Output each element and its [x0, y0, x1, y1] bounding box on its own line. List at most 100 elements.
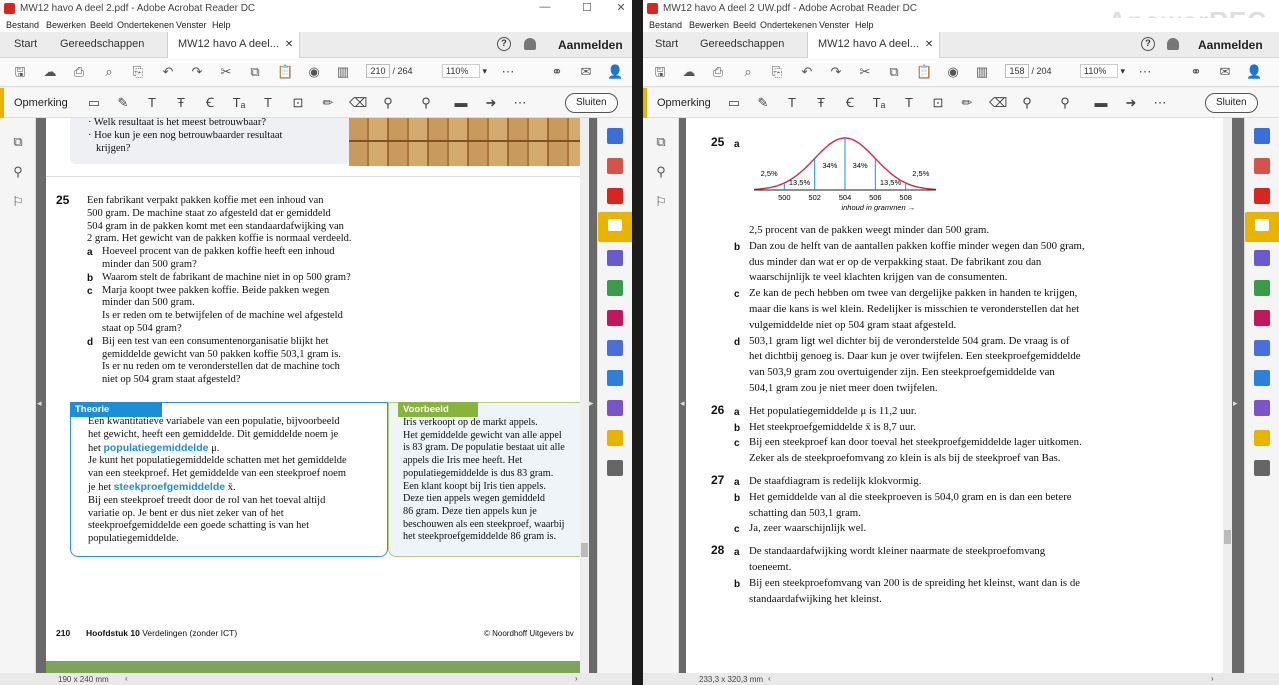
mail-icon[interactable]: ✉: [578, 65, 594, 79]
combine-files-icon[interactable]: [607, 280, 623, 296]
organize-pages-icon[interactable]: [1254, 158, 1270, 174]
mail-icon[interactable]: ✉: [1217, 65, 1233, 79]
replace-text-icon[interactable]: Ꞓ: [842, 95, 858, 111]
insert-text-icon[interactable]: Tₐ: [871, 95, 887, 111]
menu-file[interactable]: Bestand: [649, 20, 682, 30]
more-tools-icon[interactable]: [607, 460, 623, 476]
protect-icon[interactable]: [607, 340, 623, 356]
save-icon[interactable]: 🖫: [652, 65, 668, 79]
strikethrough-text-icon[interactable]: Ŧ: [173, 95, 189, 111]
more-comment-icon[interactable]: ⋯: [1152, 95, 1168, 111]
combine-files-icon[interactable]: [1254, 280, 1270, 296]
screenshot-icon[interactable]: ◉: [945, 65, 961, 79]
insert-text-icon[interactable]: Tₐ: [231, 95, 247, 111]
close-tab-icon[interactable]: ✕: [925, 39, 933, 50]
prepare-form-icon[interactable]: [1254, 430, 1270, 446]
underline-text-icon[interactable]: T: [784, 95, 800, 111]
optimize-icon[interactable]: [607, 370, 623, 386]
attachments-icon[interactable]: ⚲: [10, 164, 26, 180]
scroll-thumb[interactable]: [581, 543, 588, 557]
protect-icon[interactable]: [1254, 340, 1270, 356]
menu-view[interactable]: Beeld: [90, 20, 113, 30]
next-page-arrow-icon[interactable]: ▸: [1233, 398, 1238, 409]
help-icon[interactable]: ?: [497, 37, 511, 51]
scroll-right-icon[interactable]: ›: [575, 674, 578, 683]
prepare-form-icon[interactable]: [607, 430, 623, 446]
page-number-input[interactable]: 158: [1005, 64, 1029, 78]
clipboard-icon[interactable]: 📋: [916, 65, 932, 79]
copy-icon[interactable]: ⧉: [247, 65, 263, 79]
link-icon[interactable]: ⚭: [1188, 65, 1204, 79]
link-icon[interactable]: ⚭: [549, 65, 565, 79]
sticky-note-icon[interactable]: ▭: [726, 95, 742, 111]
underline-text-icon[interactable]: T: [144, 95, 160, 111]
cut-icon[interactable]: ✂: [218, 65, 234, 79]
menu-sign[interactable]: Ondertekenen: [760, 20, 817, 30]
tab-document[interactable]: MW12 havo A deel... ✕: [167, 32, 301, 58]
text-box-icon[interactable]: ⊡: [930, 95, 946, 111]
export-pdf-icon[interactable]: [607, 188, 623, 204]
print-icon[interactable]: ⎙: [710, 65, 726, 79]
edit-pdf-icon[interactable]: [1254, 250, 1270, 266]
pencil-icon[interactable]: ✏: [320, 95, 336, 111]
notification-bell-icon[interactable]: [524, 38, 536, 50]
optimize-icon[interactable]: [1254, 370, 1270, 386]
add-text-icon[interactable]: T: [901, 95, 917, 111]
undo-icon[interactable]: ↶: [799, 65, 815, 79]
fill-sign-icon[interactable]: [607, 310, 623, 326]
scroll-left-icon[interactable]: ‹: [768, 674, 771, 683]
arrow-icon[interactable]: ➜: [1123, 95, 1139, 111]
text-box-icon[interactable]: ⊡: [290, 95, 306, 111]
strikethrough-text-icon[interactable]: Ŧ: [813, 95, 829, 111]
organize-pages-icon[interactable]: [607, 158, 623, 174]
copy-icon[interactable]: ⧉: [886, 65, 902, 79]
zoom-search-icon[interactable]: ⌕: [101, 65, 117, 79]
vertical-scrollbar[interactable]: [1223, 118, 1232, 673]
more-tools-icon[interactable]: [1254, 460, 1270, 476]
eraser-icon[interactable]: ⌫: [349, 95, 367, 111]
line-icon[interactable]: ▬: [1093, 95, 1109, 111]
two-page-icon[interactable]: ▥: [335, 65, 351, 79]
attach-icon[interactable]: ⚲: [418, 95, 434, 111]
sign-in-button[interactable]: Aanmelden: [558, 38, 623, 52]
tab-start[interactable]: Start: [655, 38, 678, 50]
arrow-icon[interactable]: ➜: [483, 95, 499, 111]
sticky-note-icon[interactable]: ▭: [86, 95, 102, 111]
clipboard-icon[interactable]: 📋: [277, 65, 293, 79]
more-comment-icon[interactable]: ⋯: [512, 95, 528, 111]
send-for-signature-icon[interactable]: [607, 400, 623, 416]
print-icon[interactable]: ⎙: [71, 65, 87, 79]
close-icon[interactable]: ✕: [604, 1, 632, 17]
add-user-icon[interactable]: 👤: [1246, 65, 1262, 79]
add-text-icon[interactable]: T: [260, 95, 276, 111]
page-thumbnails-icon[interactable]: ⧉: [653, 134, 669, 150]
vertical-scrollbar[interactable]: [580, 118, 589, 673]
undo-icon[interactable]: ↶: [160, 65, 176, 79]
attachments-icon[interactable]: ⚲: [653, 164, 669, 180]
highlight-icon[interactable]: ✎: [755, 95, 771, 111]
tab-document[interactable]: MW12 havo A deel... ✕: [807, 32, 941, 58]
accessibility-tag-icon[interactable]: ⚐: [10, 194, 26, 210]
close-comment-button[interactable]: Sluiten: [1205, 93, 1258, 113]
save-icon[interactable]: 🖫: [12, 65, 28, 79]
cut-icon[interactable]: ✂: [857, 65, 873, 79]
prev-page-arrow-icon[interactable]: ◂: [680, 398, 685, 409]
attach-icon[interactable]: ⚲: [1057, 95, 1073, 111]
more-icon[interactable]: ⋯: [1137, 65, 1153, 79]
search-page-icon[interactable]: ⎘: [130, 65, 146, 79]
send-for-signature-icon[interactable]: [1254, 400, 1270, 416]
minimize-icon[interactable]: —: [528, 1, 562, 17]
redo-icon[interactable]: ↷: [189, 65, 205, 79]
edit-pdf-icon[interactable]: [607, 250, 623, 266]
menu-window[interactable]: Venster: [819, 20, 850, 30]
prev-page-arrow-icon[interactable]: ◂: [37, 398, 42, 409]
pencil-icon[interactable]: ✏: [959, 95, 975, 111]
search-page-icon[interactable]: ⎘: [769, 65, 785, 79]
upload-cloud-icon[interactable]: ☁: [681, 65, 697, 79]
line-icon[interactable]: ▬: [453, 95, 469, 111]
close-comment-button[interactable]: Sluiten: [565, 93, 618, 113]
stamp-icon[interactable]: ⚲: [380, 95, 396, 111]
menu-help[interactable]: Help: [855, 20, 874, 30]
tab-tools[interactable]: Gereedschappen: [700, 38, 784, 50]
maximize-icon[interactable]: ☐: [570, 1, 604, 17]
